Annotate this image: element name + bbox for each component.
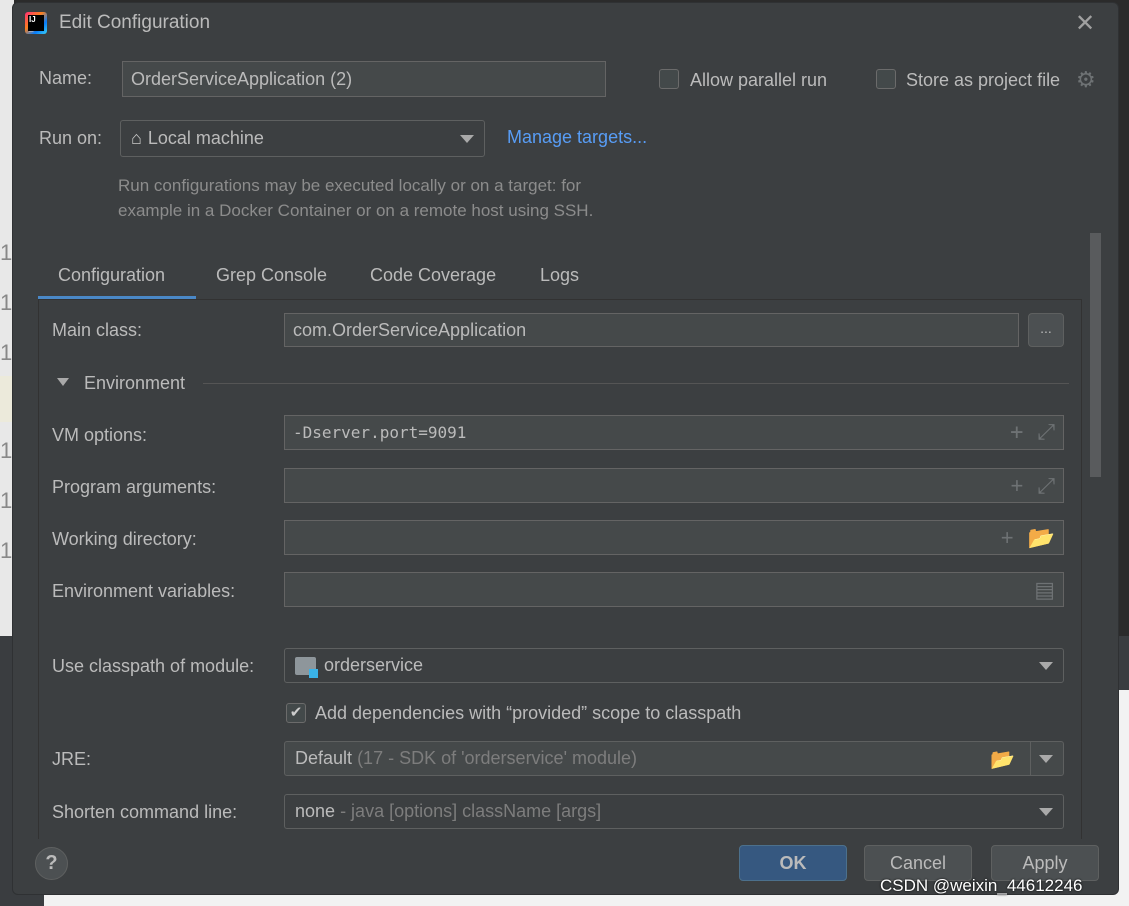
- shorten-command-line-label: Shorten command line:: [52, 802, 238, 822]
- main-class-value: com.OrderServiceApplication: [293, 319, 527, 340]
- main-class-label: Main class:: [52, 320, 143, 340]
- close-icon[interactable]: ✕: [1075, 9, 1095, 38]
- chevron-down-icon: [460, 134, 474, 143]
- program-arguments-label: Program arguments:: [52, 477, 217, 497]
- collapse-triangle-icon[interactable]: [57, 378, 69, 386]
- folder-icon[interactable]: 📂: [990, 747, 1015, 772]
- watermark: CSDN @weixin_44612246: [880, 876, 1083, 895]
- vm-options-label: VM options:: [52, 425, 148, 445]
- name-input[interactable]: OrderServiceApplication (2): [122, 61, 606, 97]
- run-on-hint-line2: example in a Docker Container or on a re…: [118, 201, 594, 220]
- expand-icon[interactable]: ⤢: [1037, 473, 1055, 499]
- divider: [1030, 742, 1031, 775]
- plus-icon[interactable]: +: [1001, 525, 1014, 551]
- name-value: OrderServiceApplication (2): [131, 68, 353, 89]
- run-on-value: Local machine: [147, 128, 264, 148]
- provided-scope-label: Add dependencies with “provided” scope t…: [315, 703, 742, 723]
- plus-icon[interactable]: +: [1010, 420, 1023, 445]
- environment-variables-label: Environment variables:: [52, 581, 236, 601]
- allow-parallel-run-checkbox[interactable]: [659, 69, 679, 89]
- shorten-detail: - java [options] className [args]: [340, 801, 602, 821]
- shorten-value: none: [295, 801, 336, 821]
- plus-icon[interactable]: +: [1011, 473, 1024, 499]
- folder-icon[interactable]: 📂: [1028, 525, 1055, 551]
- chevron-down-icon[interactable]: [1039, 754, 1053, 763]
- chevron-down-icon: [1039, 661, 1053, 670]
- tab-logs[interactable]: Logs: [540, 265, 579, 286]
- run-on-hint-line1: Run configurations may be executed local…: [118, 176, 582, 195]
- module-folder-icon: [295, 656, 318, 678]
- working-directory-label: Working directory:: [52, 529, 197, 549]
- environment-variables-input[interactable]: ▤: [284, 572, 1064, 607]
- program-arguments-input[interactable]: + ⤢: [284, 468, 1064, 503]
- allow-parallel-run-label: Allow parallel run: [690, 70, 828, 90]
- environment-section-label[interactable]: Environment: [84, 373, 185, 394]
- classpath-module-label: Use classpath of module:: [52, 656, 255, 676]
- home-icon: ⌂: [131, 128, 142, 148]
- gear-icon[interactable]: ⚙: [1076, 67, 1096, 93]
- working-directory-input[interactable]: + 📂: [284, 520, 1064, 555]
- edit-configuration-dialog: IJ _ Edit Configuration ✕ Name: OrderServ…: [12, 2, 1119, 895]
- run-on-dropdown[interactable]: ⌂ Local machine: [120, 120, 485, 157]
- provided-scope-checkbox[interactable]: ✔: [286, 703, 306, 723]
- ok-button[interactable]: OK: [739, 845, 847, 881]
- store-as-project-file-label: Store as project file: [906, 70, 1061, 90]
- jre-dropdown[interactable]: Default (17 - SDK of 'orderservice' modu…: [284, 741, 1064, 776]
- jre-detail: (17 - SDK of 'orderservice' module): [357, 748, 638, 768]
- tab-grep-console[interactable]: Grep Console: [216, 265, 327, 286]
- run-on-label: Run on:: [39, 128, 103, 148]
- jre-value: Default: [295, 748, 353, 768]
- store-as-project-file-checkbox[interactable]: [876, 69, 896, 89]
- section-divider: [203, 383, 1069, 384]
- browse-main-class-button[interactable]: ...: [1028, 313, 1064, 347]
- intellij-logo-icon: IJ _: [25, 12, 47, 34]
- document-icon[interactable]: ▤: [1034, 577, 1055, 603]
- vm-options-input[interactable]: -Dserver.port=9091 + ⤢: [284, 415, 1064, 450]
- chevron-down-icon: [1039, 807, 1053, 816]
- scrollbar-thumb[interactable]: [1090, 233, 1101, 477]
- help-button[interactable]: ?: [35, 847, 68, 880]
- vm-options-value: -Dserver.port=9091: [293, 423, 467, 442]
- classpath-module-dropdown[interactable]: orderservice: [284, 648, 1064, 683]
- expand-icon[interactable]: ⤢: [1037, 420, 1055, 445]
- name-label: Name:: [39, 68, 93, 88]
- classpath-module-value: orderservice: [324, 655, 424, 675]
- main-class-input[interactable]: com.OrderServiceApplication: [284, 313, 1019, 347]
- manage-targets-link[interactable]: Manage targets...: [507, 127, 647, 148]
- tab-configuration[interactable]: Configuration: [58, 265, 165, 286]
- dialog-title: Edit Configuration: [59, 12, 211, 33]
- jre-label: JRE:: [52, 749, 92, 769]
- tab-code-coverage[interactable]: Code Coverage: [370, 265, 496, 286]
- shorten-command-line-dropdown[interactable]: none - java [options] className [args]: [284, 794, 1064, 829]
